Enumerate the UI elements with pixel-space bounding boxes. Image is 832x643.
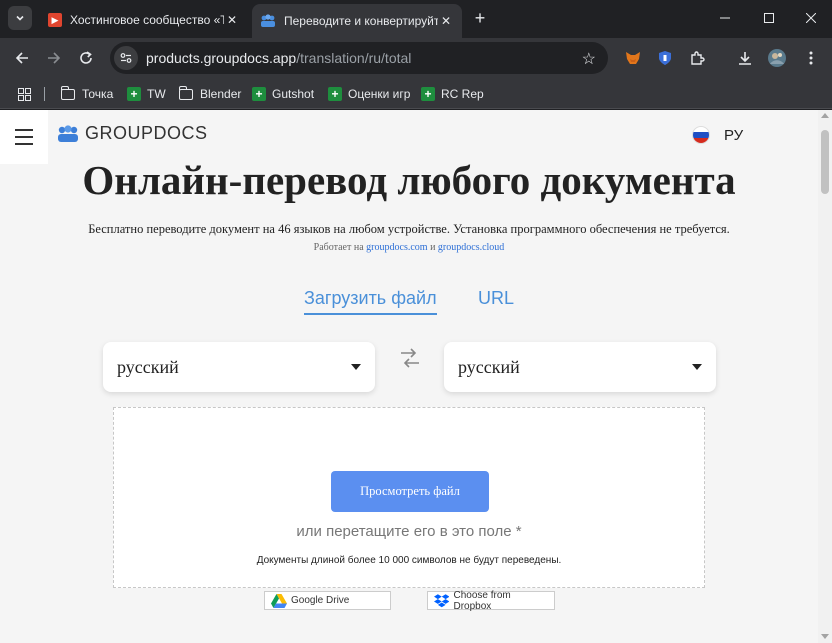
bookmark-tochka[interactable]: Точка bbox=[60, 83, 114, 105]
scroll-up-arrow-icon[interactable] bbox=[821, 113, 829, 118]
maximize-button[interactable] bbox=[758, 8, 780, 28]
extensions-puzzle-icon[interactable] bbox=[686, 47, 708, 69]
page-title: Онлайн-перевод любого документа bbox=[82, 157, 736, 203]
source-language-select[interactable]: русский bbox=[103, 342, 375, 392]
bookmarks-divider bbox=[44, 87, 45, 101]
download-icon[interactable] bbox=[734, 47, 756, 69]
bookmark-rc-rep[interactable]: + RC Rep bbox=[421, 83, 484, 105]
green-plus-icon: + bbox=[328, 87, 342, 101]
bookmark-game-ratings[interactable]: + Оценки игр bbox=[328, 83, 410, 105]
tune-icon bbox=[120, 53, 132, 63]
groupdocs-com-link[interactable]: groupdocs.com bbox=[366, 242, 427, 253]
language-selector[interactable]: РУ bbox=[692, 126, 743, 144]
drop-hint: или перетащите его в это поле * bbox=[296, 523, 522, 540]
groupdocs-logo-icon bbox=[58, 124, 78, 142]
forward-button[interactable] bbox=[42, 46, 66, 70]
more-menu-icon[interactable] bbox=[800, 47, 822, 69]
dropbox-icon bbox=[434, 593, 450, 607]
bookmark-star-icon[interactable]: ☆ bbox=[582, 49, 596, 69]
apps-grid-icon[interactable] bbox=[18, 83, 31, 105]
russia-flag-icon bbox=[692, 126, 710, 144]
file-drop-zone[interactable]: Просмотреть файл или перетащите его в эт… bbox=[113, 407, 705, 588]
target-language-value: русский bbox=[458, 356, 520, 377]
address-bar[interactable]: products.groupdocs.app/translation/ru/to… bbox=[110, 42, 608, 74]
browser-toolbar: products.groupdocs.app/translation/ru/to… bbox=[0, 38, 832, 78]
groupdocs-logo[interactable]: GROUPDOCS bbox=[57, 123, 208, 144]
minimize-icon bbox=[720, 17, 730, 19]
reload-button[interactable] bbox=[74, 46, 98, 70]
groupdocs-cloud-link[interactable]: groupdocs.cloud bbox=[438, 242, 504, 253]
tab-upload-file[interactable]: Загрузить файл bbox=[304, 288, 437, 315]
tab-title: Переводите и конвертируйте bbox=[284, 14, 438, 28]
logo-text: GROUPDOCS bbox=[85, 123, 208, 143]
maximize-icon bbox=[764, 13, 774, 23]
folder-icon bbox=[60, 85, 75, 100]
close-icon[interactable]: ✕ bbox=[438, 14, 454, 28]
profile-avatar[interactable] bbox=[766, 47, 788, 69]
url-path: /translation/ru/total bbox=[296, 50, 412, 66]
tab-hosting[interactable]: ▶ Хостинговое сообщество «Tim ✕ bbox=[40, 6, 248, 34]
arrow-right-icon bbox=[48, 52, 61, 64]
menu-icon-line bbox=[15, 143, 33, 145]
scroll-down-arrow-icon[interactable] bbox=[821, 634, 829, 639]
chevron-down-icon bbox=[16, 15, 24, 21]
shield-extension-icon[interactable] bbox=[654, 47, 676, 69]
folder-icon bbox=[178, 85, 193, 100]
caret-down-icon bbox=[351, 364, 361, 370]
green-plus-icon: + bbox=[421, 87, 435, 101]
tab-strip: ▶ Хостинговое сообщество «Tim ✕ Переводи… bbox=[0, 0, 832, 38]
close-window-button[interactable] bbox=[800, 8, 822, 28]
reload-icon bbox=[80, 51, 92, 64]
bookmark-label: RC Rep bbox=[441, 87, 484, 101]
google-drive-button[interactable]: Google Drive bbox=[264, 591, 391, 610]
bookmark-tw[interactable]: + TW bbox=[127, 83, 166, 105]
bookmark-blender[interactable]: Blender bbox=[178, 83, 242, 105]
bookmark-label: Gutshot bbox=[272, 87, 315, 101]
source-language-value: русский bbox=[117, 356, 179, 377]
page-subtitle: Бесплатно переводите документ на 46 язык… bbox=[88, 222, 730, 236]
back-button[interactable] bbox=[10, 46, 34, 70]
bookmarks-bar: Точка + TW Blender + Gutshot + Оценки иг… bbox=[0, 78, 832, 109]
dropbox-label: Choose from Dropbox bbox=[453, 589, 511, 612]
swap-languages-icon[interactable] bbox=[398, 348, 422, 368]
tab-search-button[interactable] bbox=[8, 6, 32, 30]
bookmark-label: Оценки игр bbox=[348, 87, 411, 101]
close-icon bbox=[806, 13, 816, 23]
target-language-select[interactable]: русский bbox=[444, 342, 716, 392]
tab-title: Хостинговое сообщество «Tim bbox=[70, 13, 224, 27]
scrollbar-thumb[interactable] bbox=[821, 130, 829, 194]
bookmark-gutshot[interactable]: + Gutshot bbox=[252, 83, 314, 105]
close-icon[interactable]: ✕ bbox=[224, 13, 240, 27]
url-text[interactable]: products.groupdocs.app/translation/ru/to… bbox=[146, 50, 411, 66]
arrow-left-icon bbox=[15, 52, 28, 64]
site-favicon-icon: ▶ bbox=[48, 13, 62, 27]
bookmark-label: Blender bbox=[200, 87, 242, 101]
dropbox-button[interactable]: Choose from Dropbox bbox=[427, 589, 555, 612]
metamask-extension-icon[interactable] bbox=[622, 47, 644, 69]
menu-icon-line bbox=[15, 136, 33, 138]
bookmark-label: TW bbox=[147, 87, 166, 101]
groupdocs-favicon-icon bbox=[261, 14, 275, 27]
tab-url[interactable]: URL bbox=[478, 288, 514, 309]
powered-by: Работает на groupdocs.com и groupdocs.cl… bbox=[0, 242, 818, 253]
tab-groupdocs[interactable]: Переводите и конвертируйте ✕ bbox=[252, 4, 462, 38]
browse-file-button[interactable]: Просмотреть файл bbox=[331, 471, 489, 512]
green-plus-icon: + bbox=[252, 87, 266, 101]
language-code: РУ bbox=[724, 126, 744, 144]
site-info-button[interactable] bbox=[114, 46, 138, 70]
new-tab-button[interactable]: + bbox=[470, 9, 490, 27]
powered-and: и bbox=[430, 242, 436, 253]
powered-prefix: Работает на bbox=[313, 242, 364, 253]
length-limit-note: Документы длиной более 10 000 символов н… bbox=[256, 555, 562, 566]
bookmark-label: Точка bbox=[82, 87, 114, 101]
green-plus-icon: + bbox=[127, 87, 141, 101]
caret-down-icon bbox=[692, 364, 702, 370]
google-drive-label: Google Drive bbox=[291, 595, 350, 606]
web-page: GROUPDOCS РУ Онлайн-перевод любого докум… bbox=[0, 110, 818, 643]
google-drive-icon bbox=[271, 593, 287, 608]
menu-icon-line bbox=[15, 129, 33, 131]
url-host: products.groupdocs.app bbox=[146, 50, 297, 66]
minimize-button[interactable] bbox=[714, 8, 736, 28]
